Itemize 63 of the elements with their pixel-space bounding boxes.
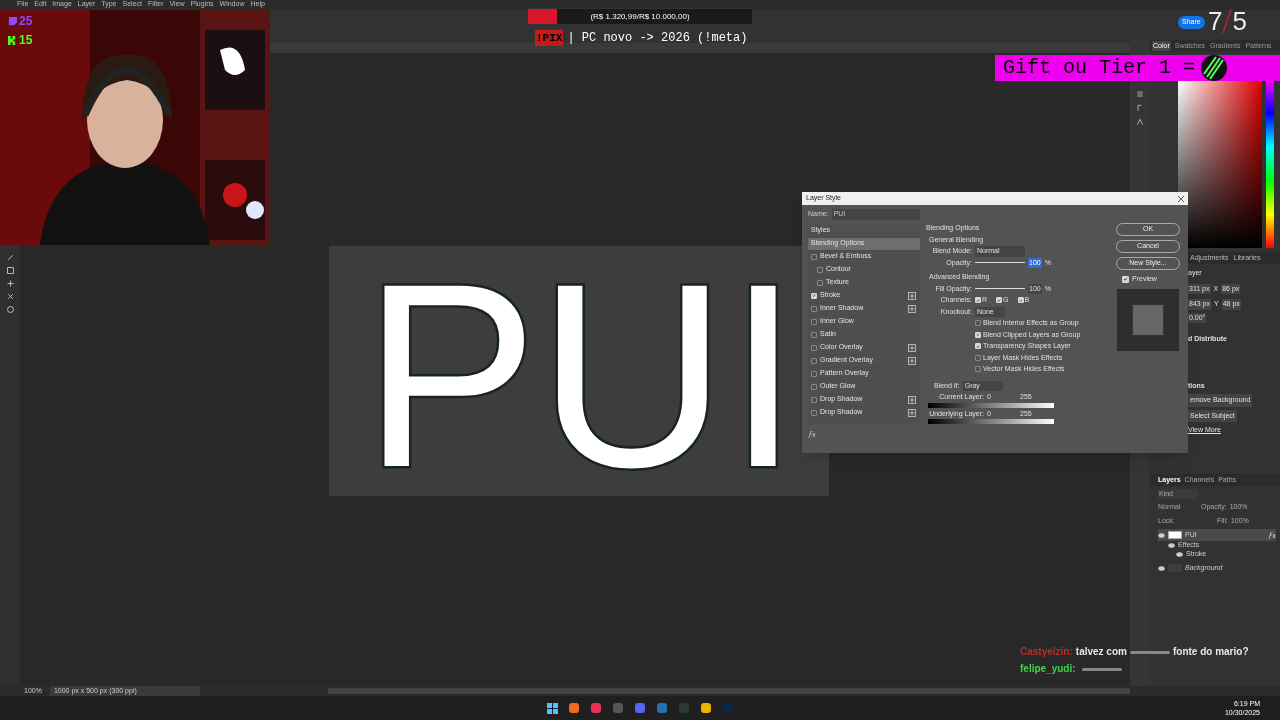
tool-icon[interactable]: [5, 279, 15, 288]
counter-number: 5: [1232, 8, 1247, 34]
checkbox[interactable]: [811, 383, 817, 390]
kick-count: 15: [19, 32, 33, 49]
checkbox[interactable]: [817, 266, 823, 273]
add-icon[interactable]: [908, 343, 916, 352]
checkbox[interactable]: [975, 320, 981, 327]
music-icon[interactable]: [589, 702, 602, 714]
app-icon[interactable]: [655, 702, 668, 714]
app-icon[interactable]: [611, 702, 624, 714]
panel-icon[interactable]: [1136, 118, 1144, 126]
twitch-icon: [8, 16, 17, 26]
checkbox[interactable]: [811, 344, 817, 351]
checkbox[interactable]: [811, 370, 817, 377]
gift-text: Gift ou Tier 1 =: [1003, 55, 1196, 81]
chat-text: talvez com: [1075, 646, 1127, 657]
color-field[interactable]: [1178, 80, 1262, 248]
visibility-icon[interactable]: [1158, 565, 1165, 571]
panel-icon[interactable]: [1136, 90, 1144, 98]
fx-icon[interactable]: [808, 430, 816, 438]
tool-icon[interactable]: [5, 292, 15, 301]
counter-number: 7: [1208, 8, 1223, 34]
add-icon[interactable]: [908, 291, 916, 300]
visibility-icon[interactable]: [1176, 552, 1183, 557]
checkbox[interactable]: [811, 357, 817, 364]
checkbox[interactable]: [811, 253, 817, 260]
emote-icon: [1081, 665, 1122, 674]
goal-text: (R$ 1.320,99/R$ 10.000,00): [589, 10, 691, 23]
slash-icon: [1222, 8, 1233, 34]
checkbox[interactable]: [811, 318, 817, 325]
add-icon[interactable]: [908, 304, 916, 313]
add-icon[interactable]: [908, 395, 916, 404]
chrome-icon[interactable]: [699, 702, 712, 714]
preview-square: [1132, 303, 1164, 336]
checkbox[interactable]: [811, 409, 817, 416]
close-icon[interactable]: [1178, 195, 1184, 202]
chat-user: Castyelzin:: [1020, 646, 1073, 657]
layer-thumbnail: [1168, 531, 1182, 539]
checkbox[interactable]: [975, 366, 981, 373]
stripes-icon: [1201, 55, 1228, 81]
tool-icon[interactable]: [5, 305, 15, 314]
chat-text: fonte do mario?: [1172, 646, 1249, 657]
visibility-icon[interactable]: [1158, 532, 1165, 538]
checkbox[interactable]: [811, 396, 817, 403]
kick-icon: [8, 35, 17, 45]
fx-icon[interactable]: [1268, 531, 1276, 539]
add-icon[interactable]: [908, 408, 916, 417]
windows-icon[interactable]: [546, 702, 558, 714]
chat-user: felipe_yudi:: [1020, 663, 1076, 674]
checkbox[interactable]: [811, 305, 817, 312]
panel-icon[interactable]: [1136, 104, 1144, 112]
checkbox[interactable]: [817, 279, 823, 286]
emote-icon: [1129, 648, 1170, 657]
visibility-icon[interactable]: [1168, 543, 1175, 548]
hue-spectrum[interactable]: [1266, 80, 1274, 248]
twitch-count: 25: [19, 13, 33, 30]
firefox-icon[interactable]: [567, 702, 580, 714]
discord-icon[interactable]: [633, 702, 646, 714]
checkbox[interactable]: [811, 331, 817, 338]
checkbox[interactable]: [975, 354, 981, 361]
pix-goal-text: | PC novo -> 2026 (!meta): [567, 30, 748, 47]
add-icon[interactable]: [908, 356, 916, 365]
canvas-text: PUI: [363, 246, 800, 496]
